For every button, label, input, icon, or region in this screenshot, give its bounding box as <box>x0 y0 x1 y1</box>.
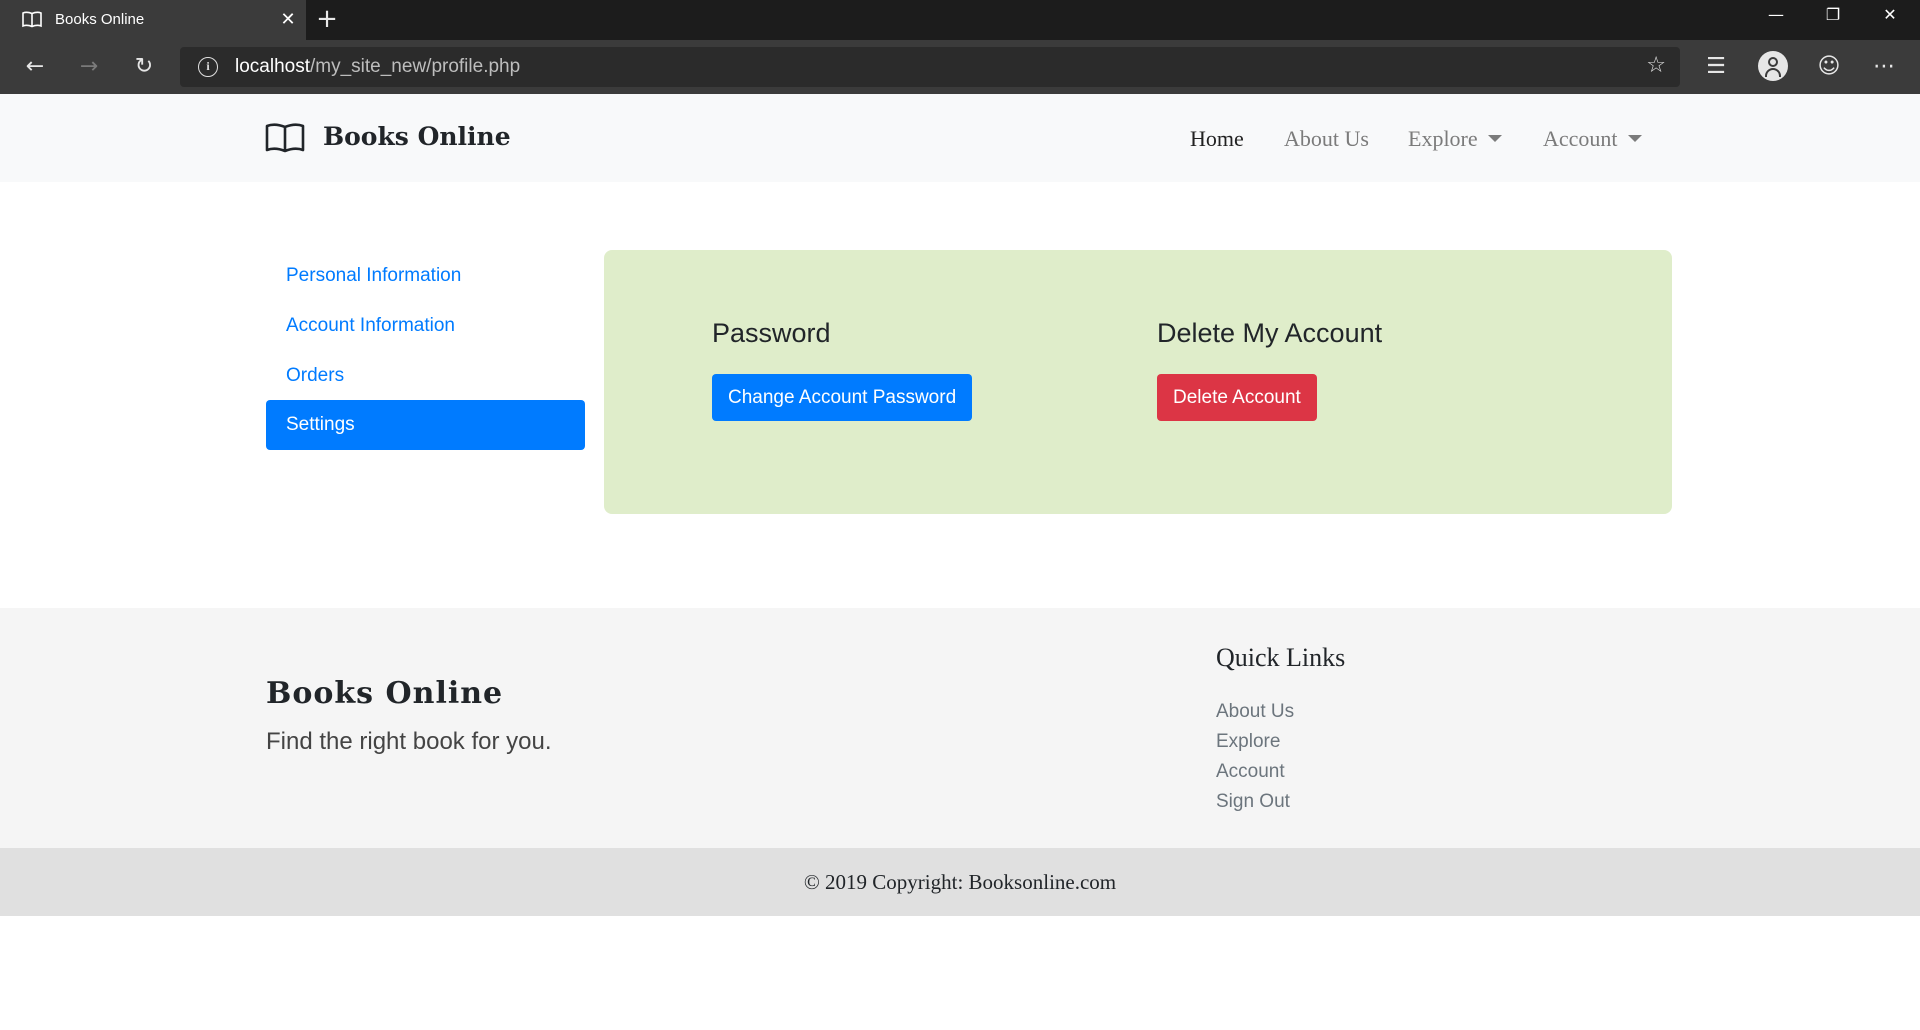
delete-account-heading: Delete My Account <box>1157 318 1383 348</box>
copyright-bar: © 2019 Copyright: Booksonline.com <box>0 848 1920 916</box>
footer-tagline: Find the right book for you. <box>266 728 552 755</box>
chevron-down-icon <box>1487 135 1502 142</box>
browser-tab-bar: Books Online ✕ + — ❐ ✕ <box>0 0 1920 40</box>
sidebar-item-settings[interactable]: Settings <box>266 400 585 450</box>
site-footer: Books Online Find the right book for you… <box>0 608 1920 848</box>
sidebar-item-personal-information[interactable]: Personal Information <box>266 251 585 301</box>
book-open-icon <box>265 123 305 153</box>
nav-home[interactable]: Home <box>1190 126 1244 152</box>
nav-explore[interactable]: Explore <box>1408 126 1502 152</box>
favorites-list-icon[interactable]: ☰ <box>1700 51 1732 83</box>
nav-account[interactable]: Account <box>1543 126 1642 152</box>
quick-links-title: Quick Links <box>1216 643 1346 672</box>
site-brand[interactable]: Books Online <box>323 122 511 151</box>
close-tab-icon[interactable]: ✕ <box>278 10 298 30</box>
refresh-icon[interactable]: ↻ <box>128 51 160 83</box>
sidebar-item-account-information[interactable]: Account Information <box>266 301 585 351</box>
nav-about-us[interactable]: About Us <box>1284 126 1369 152</box>
quick-link-about-us[interactable]: About Us <box>1216 701 1294 723</box>
chevron-down-icon <box>1627 135 1642 142</box>
browser-tab[interactable]: Books Online ✕ <box>0 0 306 40</box>
address-bar[interactable]: i localhost/my_site_new/profile.php ☆ <box>180 47 1680 87</box>
profile-icon[interactable] <box>1758 51 1788 81</box>
book-icon <box>22 11 42 28</box>
quick-link-sign-out[interactable]: Sign Out <box>1216 791 1290 813</box>
new-tab-icon[interactable]: + <box>314 6 340 32</box>
favorite-star-icon[interactable]: ☆ <box>1646 53 1666 78</box>
quick-link-explore[interactable]: Explore <box>1216 731 1280 753</box>
more-menu-icon[interactable]: ⋯ <box>1868 51 1900 83</box>
tab-title: Books Online <box>55 11 145 28</box>
sidebar-item-orders[interactable]: Orders <box>266 351 585 401</box>
feedback-smiley-icon[interactable]: ☺ <box>1813 51 1845 83</box>
minimize-icon[interactable]: — <box>1748 0 1804 32</box>
quick-link-account[interactable]: Account <box>1216 761 1285 783</box>
delete-account-button[interactable]: Delete Account <box>1157 374 1317 421</box>
browser-toolbar: ← → ↻ i localhost/my_site_new/profile.ph… <box>0 40 1920 94</box>
url-text: localhost/my_site_new/profile.php <box>235 56 521 77</box>
restore-icon[interactable]: ❐ <box>1805 0 1861 32</box>
window-close-icon[interactable]: ✕ <box>1862 0 1918 32</box>
settings-card: Password Change Account Password Delete … <box>604 250 1672 514</box>
forward-icon[interactable]: → <box>73 51 105 83</box>
footer-brand: Books Online <box>266 676 504 711</box>
site-navbar: Books Online Home About Us Explore Accou… <box>0 94 1920 182</box>
back-icon[interactable]: ← <box>19 51 51 83</box>
info-icon[interactable]: i <box>198 57 218 77</box>
change-password-button[interactable]: Change Account Password <box>712 374 973 421</box>
password-heading: Password <box>712 318 831 348</box>
